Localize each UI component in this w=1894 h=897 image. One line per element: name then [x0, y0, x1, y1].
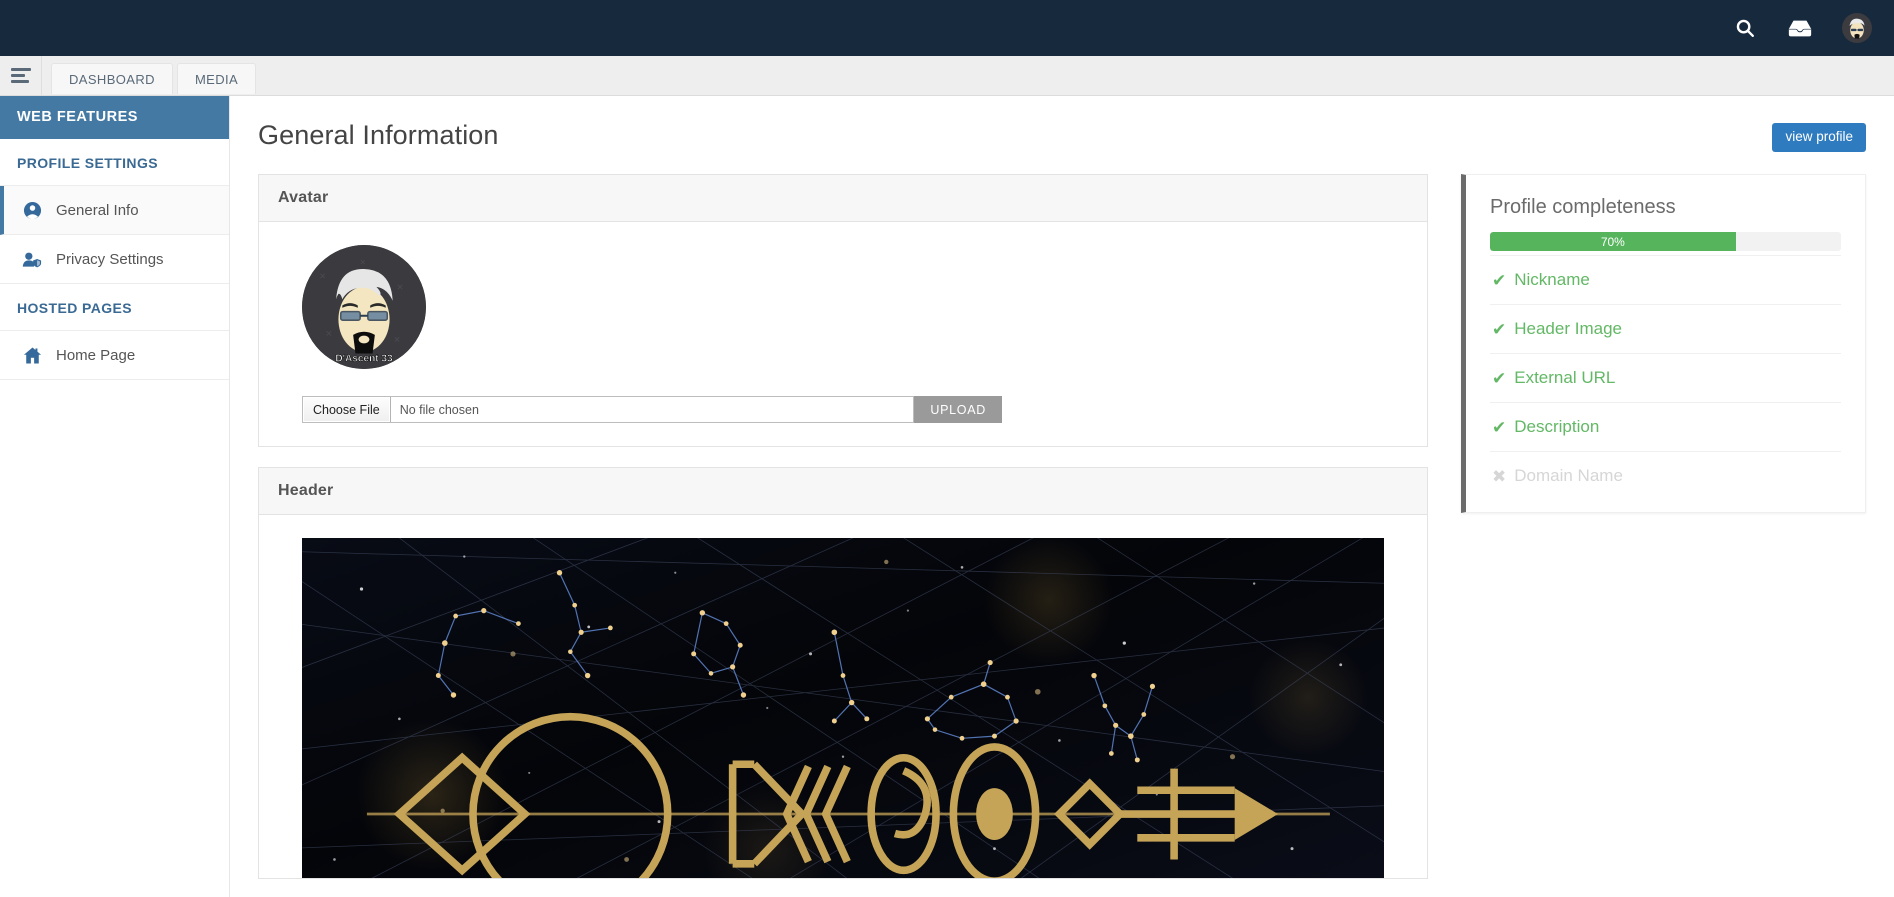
sidebar-group-profile-settings: PROFILE SETTINGS: [0, 139, 229, 187]
header-panel: Header: [258, 467, 1428, 880]
avatar-panel-title: Avatar: [259, 175, 1427, 223]
content-columns: Avatar ✕ ✕ ✕ ✕ ✕ D'Ascent 33 Choose File…: [258, 174, 1866, 897]
sidebar-item-general-info[interactable]: General Info: [0, 186, 229, 236]
avatar-panel: Avatar ✕ ✕ ✕ ✕ ✕ D'Ascent 33 Choose File…: [258, 174, 1428, 448]
avatar-panel-body: ✕ ✕ ✕ ✕ ✕ D'Ascent 33 Choose File No fil…: [259, 222, 1427, 447]
top-bar-icons: [1732, 13, 1872, 43]
svg-text:✕: ✕: [325, 329, 332, 339]
right-column: Profile completeness 70% ✔ Nickname ✔ He…: [1461, 174, 1866, 514]
completeness-checklist: ✔ Nickname ✔ Header Image ✔ External URL: [1490, 255, 1841, 500]
svg-text:✕: ✕: [393, 335, 400, 345]
sidebar-banner: WEB FEATURES: [0, 96, 229, 140]
completeness-item-external-url[interactable]: ✔ External URL: [1490, 353, 1841, 402]
inbox-icon[interactable]: [1787, 15, 1813, 41]
main-content: General Information view profile Avatar: [230, 96, 1894, 897]
completeness-item-label: Description: [1514, 417, 1600, 437]
header-panel-title: Header: [259, 468, 1427, 516]
check-icon: ✔: [1492, 417, 1507, 437]
sidebar-item-privacy-settings[interactable]: Privacy Settings: [0, 235, 229, 285]
header-panel-body: [259, 515, 1427, 879]
sidebar-item-label: Home Page: [56, 346, 136, 364]
file-input[interactable]: Choose File No file chosen: [302, 396, 915, 424]
sidebar: WEB FEATURES PROFILE SETTINGS General In…: [0, 96, 230, 897]
page-header: General Information view profile: [258, 119, 1866, 153]
completeness-item-label: Header Image: [1514, 319, 1622, 339]
svg-text:✕: ✕: [319, 271, 326, 281]
nav-bar: DASHBOARD MEDIA: [0, 56, 1894, 96]
avatar-upload-row: Choose File No file chosen UPLOAD: [302, 396, 1002, 424]
cross-icon: ✖: [1492, 466, 1507, 486]
completeness-item-label: Nickname: [1514, 270, 1590, 290]
profile-completeness-panel: Profile completeness 70% ✔ Nickname ✔ He…: [1461, 174, 1866, 514]
check-icon: ✔: [1492, 319, 1507, 339]
page-title: General Information: [258, 120, 499, 150]
left-column: Avatar ✕ ✕ ✕ ✕ ✕ D'Ascent 33 Choose File…: [258, 174, 1428, 897]
avatar[interactable]: [1842, 13, 1872, 43]
upload-button[interactable]: UPLOAD: [914, 396, 1002, 424]
app-shell: WEB FEATURES PROFILE SETTINGS General In…: [0, 96, 1894, 897]
home-icon: [22, 345, 42, 365]
completeness-item-label: Domain Name: [1514, 466, 1623, 486]
progress-fill: 70%: [1490, 232, 1736, 252]
completeness-item-header-image[interactable]: ✔ Header Image: [1490, 304, 1841, 353]
completeness-item-nickname[interactable]: ✔ Nickname: [1490, 255, 1841, 304]
choose-file-button[interactable]: Choose File: [303, 397, 391, 423]
view-profile-button[interactable]: view profile: [1772, 123, 1866, 153]
header-image-preview[interactable]: [302, 538, 1384, 879]
check-icon: ✔: [1492, 368, 1507, 388]
user-shield-icon: [22, 249, 42, 269]
sidebar-item-label: General Info: [56, 201, 139, 219]
completeness-item-domain-name[interactable]: ✖ Domain Name: [1490, 451, 1841, 500]
tab-dashboard[interactable]: DASHBOARD: [51, 63, 173, 94]
profile-completeness-title: Profile completeness: [1490, 196, 1676, 219]
nav-tabs: DASHBOARD MEDIA: [42, 56, 257, 95]
search-icon[interactable]: [1732, 15, 1758, 41]
hamburger-menu-icon[interactable]: [0, 56, 42, 95]
completeness-item-label: External URL: [1514, 368, 1616, 388]
sidebar-item-label: Privacy Settings: [56, 250, 164, 268]
profile-completeness-progress: 70%: [1490, 232, 1841, 252]
tab-media[interactable]: MEDIA: [176, 63, 257, 94]
avatar-preview[interactable]: ✕ ✕ ✕ ✕ ✕ D'Ascent 33: [302, 245, 426, 370]
svg-text:✕: ✕: [397, 282, 404, 292]
file-status-label: No file chosen: [399, 402, 479, 417]
sidebar-group-hosted-pages: HOSTED PAGES: [0, 284, 229, 332]
user-circle-icon: [22, 200, 42, 220]
top-bar: [0, 0, 1894, 56]
check-icon: ✔: [1492, 270, 1507, 290]
svg-text:✕: ✕: [359, 258, 366, 267]
svg-text:D'Ascent 33: D'Ascent 33: [335, 353, 393, 364]
sidebar-item-home-page[interactable]: Home Page: [0, 331, 229, 381]
completeness-item-description[interactable]: ✔ Description: [1490, 402, 1841, 451]
